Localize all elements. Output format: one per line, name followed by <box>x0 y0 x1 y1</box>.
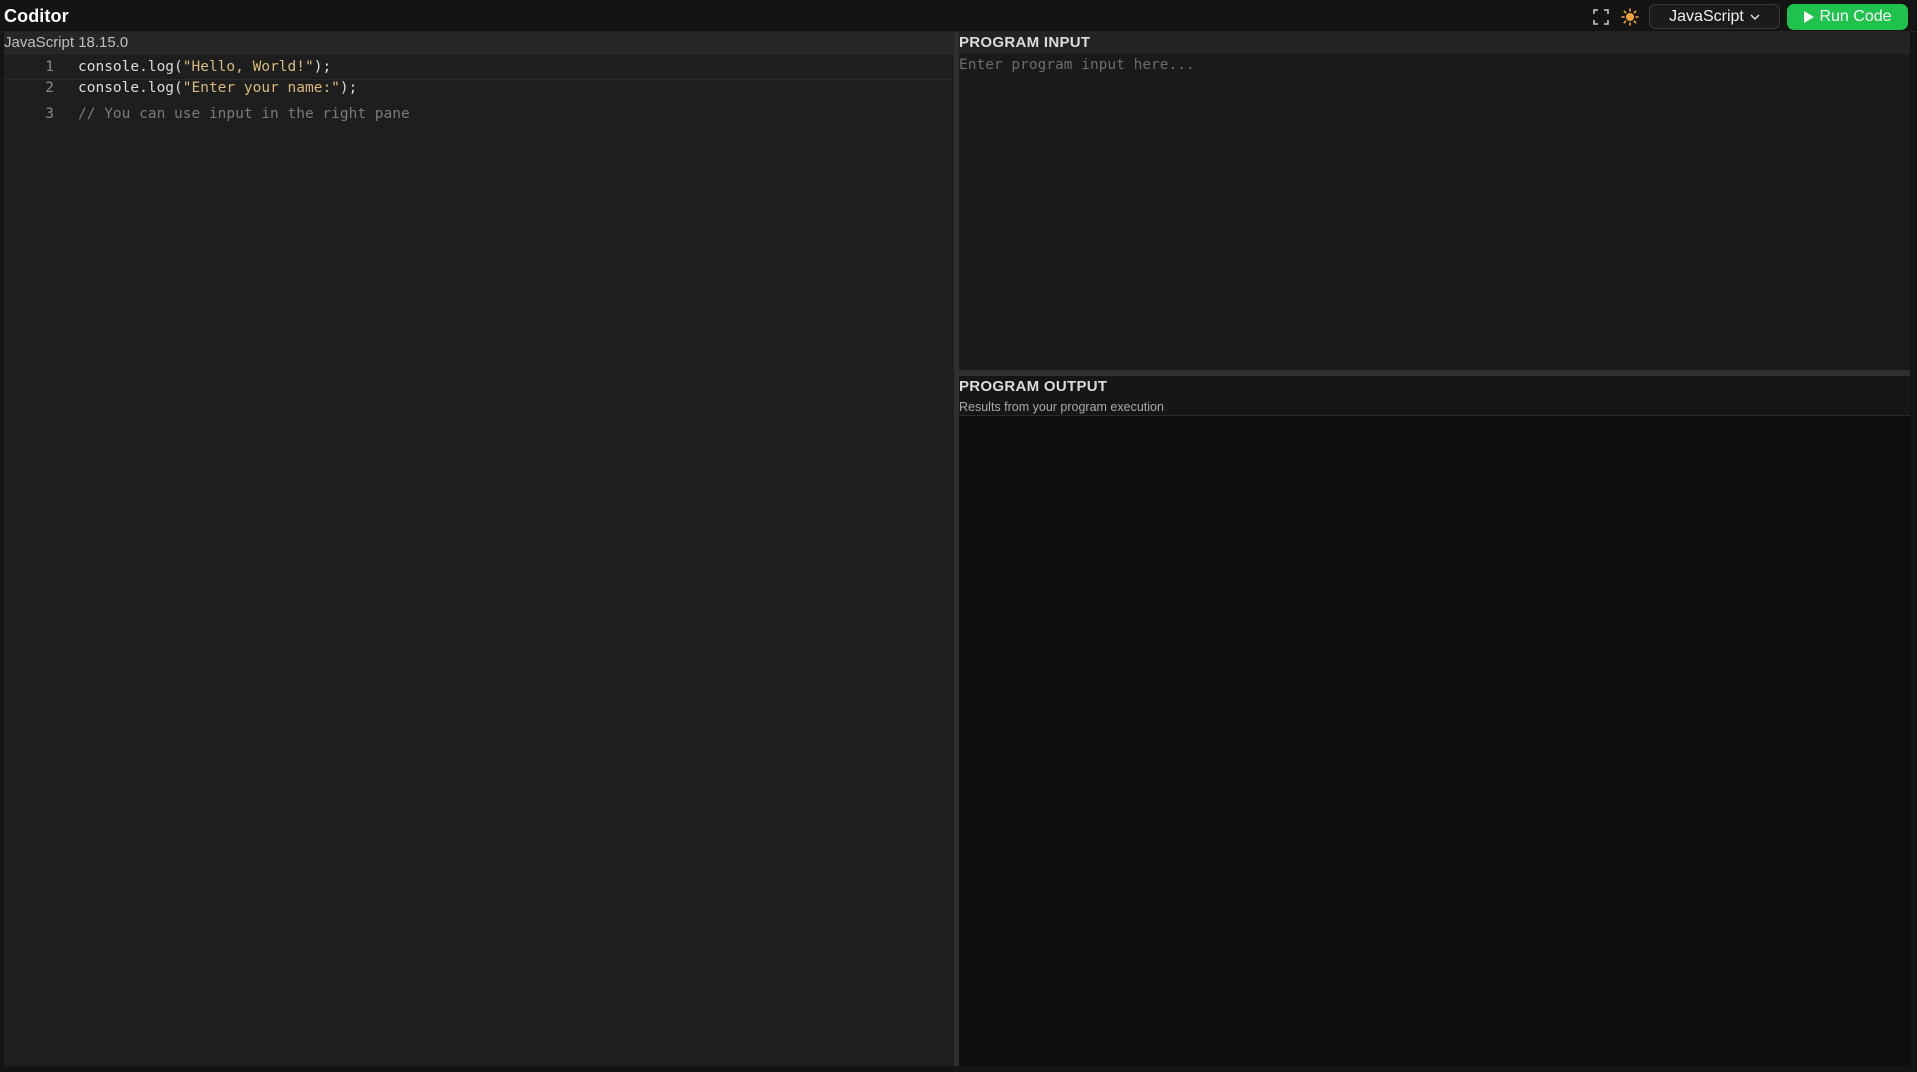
app-title: Coditor <box>4 6 69 26</box>
language-select[interactable]: JavaScript <box>1649 4 1780 29</box>
app-window: Coditor JavaScript Run Code JavaScript 1… <box>0 0 1917 1072</box>
input-header: PROGRAM INPUT <box>959 32 1910 54</box>
sun-icon[interactable] <box>1620 7 1640 27</box>
code-text: // You can use input in the right pane <box>78 101 410 127</box>
play-icon <box>1803 10 1815 24</box>
code-string: "Hello, World!" <box>182 59 314 75</box>
output-title: PROGRAM OUTPUT <box>959 378 1108 395</box>
run-code-label: Run Code <box>1819 8 1892 25</box>
output-header: PROGRAM OUTPUT Results from your program… <box>959 376 1910 416</box>
output-console <box>959 417 1910 1072</box>
input-title: PROGRAM INPUT <box>959 34 1091 51</box>
code-line[interactable]: 3 // You can use input in the right pane <box>4 101 955 127</box>
chevron-down-icon <box>1750 13 1760 21</box>
language-select-value: JavaScript <box>1669 7 1744 25</box>
code-editor-pane: JavaScript 18.15.0 1 console.log("Hello,… <box>0 32 955 1072</box>
line-number: 2 <box>45 80 54 96</box>
code-string: "Enter your name:" <box>182 80 340 96</box>
code-editor[interactable]: 1 console.log("Hello, World!"); 2 consol… <box>4 54 955 1054</box>
program-input-pane: PROGRAM INPUT <box>959 32 1910 370</box>
code-comment: // You can use input in the right pane <box>78 106 410 122</box>
fullscreen-icon[interactable] <box>1591 7 1611 27</box>
code-text: console.log("Enter your name:"); <box>78 80 358 96</box>
run-code-button[interactable]: Run Code <box>1787 4 1908 30</box>
code-line[interactable]: 2 console.log("Enter your name:"); <box>4 75 955 101</box>
window-bottom-edge <box>0 1066 1917 1072</box>
top-bar: Coditor JavaScript Run Code <box>0 0 1917 32</box>
line-number: 3 <box>45 106 54 122</box>
language-version: JavaScript 18.15.0 <box>4 34 129 51</box>
program-input-field[interactable] <box>959 54 1910 370</box>
program-output-pane: PROGRAM OUTPUT Results from your program… <box>959 376 1910 1072</box>
window-right-edge <box>1910 32 1917 1072</box>
editor-header: JavaScript 18.15.0 <box>4 32 955 54</box>
output-subtitle: Results from your program execution <box>959 400 1164 414</box>
